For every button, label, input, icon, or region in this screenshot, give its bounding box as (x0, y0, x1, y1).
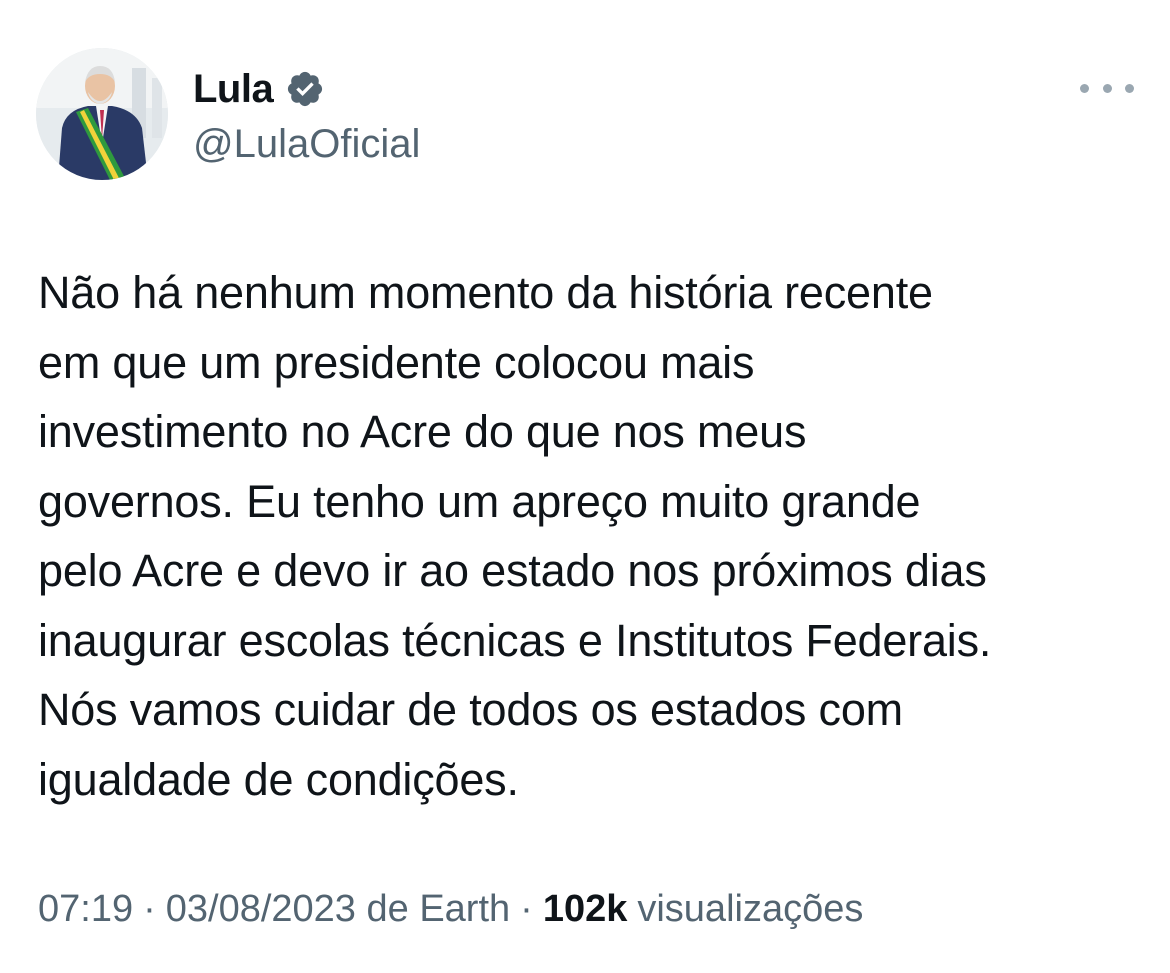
more-options-icon-dot (1102, 83, 1112, 93)
more-options-icon (1080, 83, 1089, 93)
tweet-text-line: Nós vamos cuidar de todos os estados com (38, 684, 903, 735)
tweet-text-line: Não há nenhum momento da história recent… (38, 267, 933, 318)
user-handle[interactable]: @LulaOficial (193, 122, 420, 167)
tweet-text: Não há nenhum momento da história recent… (38, 258, 1148, 814)
tweet-text-line: governos. Eu tenho um apreço muito grand… (38, 475, 921, 527)
tweet-text-line: igualdade de condições. (38, 753, 519, 805)
tweet-text-line: em que um presidente colocou mais (38, 336, 755, 388)
meta-separator: · (143, 888, 156, 930)
avatar[interactable] (36, 48, 168, 180)
tweet-text-line: investimento no Acre do que nos meus (38, 406, 807, 457)
tweet-date-source[interactable]: 03/08/2023 de Earth (166, 888, 510, 931)
more-options-icon-dot (1125, 83, 1134, 93)
more-options-button[interactable] (1080, 74, 1134, 102)
tweet-text-line: inaugurar escolas técnicas e Institutos … (38, 614, 992, 666)
tweet-meta: 07:19 · 03/08/2023 de Earth · 102k visua… (38, 888, 863, 931)
verified-badge-icon[interactable] (285, 69, 325, 109)
views-label: visualizações (637, 888, 864, 930)
tweet-card: Lula @LulaOficial Não há nenhum momento … (0, 0, 1170, 973)
meta-separator: · (520, 888, 533, 930)
tweet-text-line: pelo Acre e devo ir ao estado nos próxim… (38, 545, 987, 596)
profile-photo-icon (36, 48, 168, 180)
author-info: Lula @LulaOficial (193, 62, 420, 167)
name-row: Lula (193, 62, 420, 116)
views-count: 102k (542, 888, 628, 930)
tweet-time[interactable]: 07:19 (38, 888, 133, 931)
display-name[interactable]: Lula (193, 67, 274, 112)
